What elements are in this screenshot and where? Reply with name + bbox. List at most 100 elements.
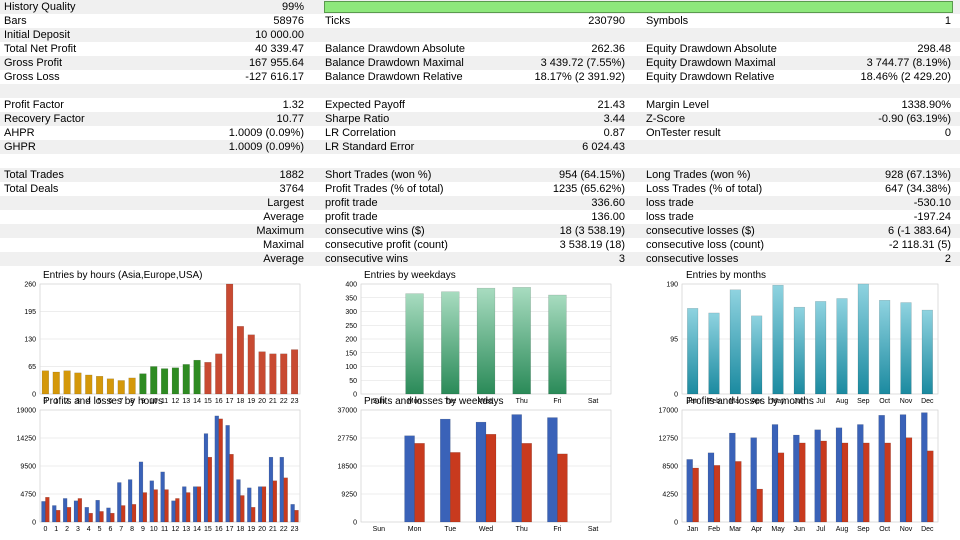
plot-area: [681, 409, 939, 523]
x-tick-label: Thu: [516, 526, 528, 533]
loss-bar: [45, 497, 50, 523]
profit-bar: [686, 459, 693, 523]
loss-bar: [450, 452, 461, 523]
stat-value: 928 (67.13%): [884, 169, 951, 181]
stats-row: [0, 84, 960, 98]
bar: [139, 373, 147, 395]
stat-value: 2: [944, 253, 951, 265]
stats-row: Average consecutive wins 3 consecutive loss…: [0, 252, 960, 266]
loss-bar: [485, 434, 497, 523]
x-tick-label: Sep: [857, 398, 870, 405]
x-tick-label: 12: [172, 398, 180, 405]
loss-bar: [121, 505, 126, 523]
stat-value: -197.24: [913, 211, 951, 223]
bar: [150, 366, 158, 395]
bar: [548, 294, 567, 395]
stat-label: Initial Deposit: [4, 29, 71, 41]
bar: [182, 364, 190, 395]
loss-bar: [294, 510, 299, 523]
x-tick-label: Nov: [900, 526, 913, 533]
stat-label: Gross Loss: [4, 71, 60, 83]
loss-bar: [557, 453, 568, 523]
profit-bar: [729, 432, 736, 523]
chart-title: Entries by hours (Asia,Europe,USA): [43, 270, 203, 281]
profit-bar: [857, 424, 864, 523]
bar: [63, 370, 71, 395]
bar: [879, 300, 891, 395]
stat-value: 647 (34.38%): [884, 183, 951, 195]
bar: [193, 359, 201, 395]
chart-title: Entries by months: [686, 270, 767, 281]
bar: [687, 308, 699, 395]
profit-bar: [771, 424, 779, 523]
x-tick-label: Fri: [553, 398, 562, 405]
stat-value: Largest: [267, 197, 304, 209]
stat-label: GHPR: [4, 141, 36, 153]
y-tick-label: 195: [24, 309, 36, 316]
chart-title: Profits and losses by months: [686, 396, 814, 407]
y-tick-label: 250: [345, 323, 357, 330]
y-tick-label: 95: [670, 337, 678, 344]
x-tick-label: 4: [87, 526, 91, 533]
bar: [52, 371, 60, 395]
stat-label: History Quality: [4, 1, 76, 13]
stat-label: Total Deals: [4, 183, 59, 195]
x-tick-label: 7: [119, 526, 123, 533]
y-tick-label: 9250: [341, 492, 357, 499]
stat-value: 1.0009 (0.09%): [228, 141, 304, 153]
loss-bar: [99, 511, 104, 523]
y-tick-label: 12750: [659, 436, 679, 443]
y-tick-label: 400: [345, 282, 357, 289]
bar: [280, 353, 288, 395]
bar: [74, 372, 82, 395]
x-tick-label: 17: [226, 526, 234, 533]
x-tick-label: 23: [291, 526, 299, 533]
stat-value: Maximum: [256, 225, 304, 237]
stats-row: Maximal consecutive profit (count) 3 538.1…: [0, 238, 960, 252]
stat-value: 40 339.47: [255, 43, 304, 55]
loss-bar: [218, 418, 223, 523]
stat-value: 1882: [279, 169, 304, 181]
stats-row: History Quality 99%: [0, 0, 960, 14]
chart-title: Entries by weekdays: [364, 270, 456, 281]
profit-bar: [106, 507, 111, 523]
profit-bar: [440, 418, 451, 523]
stat-value: 1.32: [282, 99, 304, 111]
x-tick-label: Tue: [444, 526, 456, 533]
y-tick-label: 150: [345, 350, 357, 357]
x-tick-label: Fri: [553, 526, 562, 533]
loss-bar: [756, 488, 763, 523]
x-tick-label: 11: [161, 526, 168, 533]
x-tick-label: Wed: [479, 526, 493, 533]
stats-row: Gross Loss -127 616.17 Balance Drawdown Re…: [0, 70, 960, 84]
y-tick-label: 130: [24, 337, 36, 344]
profit-bar: [84, 507, 89, 523]
x-tick-label: Oct: [879, 526, 890, 533]
x-tick-label: 16: [215, 526, 223, 533]
profit-bar: [511, 414, 522, 523]
stat-value: 3.44: [603, 113, 625, 125]
y-tick-label: 350: [345, 295, 357, 302]
bar: [161, 368, 169, 395]
profit-bar: [236, 479, 241, 523]
x-tick-label: 3: [76, 526, 80, 533]
profit-bar: [95, 499, 100, 523]
stat-value: -2 118.31 (5): [888, 239, 951, 251]
profit-bar: [899, 414, 907, 523]
loss-bar: [56, 510, 61, 523]
loss-bar: [777, 452, 785, 523]
loss-bar: [735, 461, 742, 523]
stat-value: Maximal: [263, 239, 304, 251]
loss-bar: [905, 437, 913, 523]
stats-row: Total Trades 1882 Short Trades (won %) 954 …: [0, 168, 960, 182]
x-tick-label: 14: [193, 526, 201, 533]
x-tick-label: 19: [247, 398, 255, 405]
y-tick-label: 0: [674, 520, 678, 527]
history-quality-bar: [324, 1, 953, 13]
stat-value: 3 744.77 (8.19%): [866, 57, 951, 69]
stat-value: 3764: [279, 183, 304, 195]
y-tick-label: 37000: [338, 408, 358, 415]
x-tick-label: 18: [237, 398, 245, 405]
stats-row: [0, 154, 960, 168]
profit-bar: [750, 437, 757, 523]
